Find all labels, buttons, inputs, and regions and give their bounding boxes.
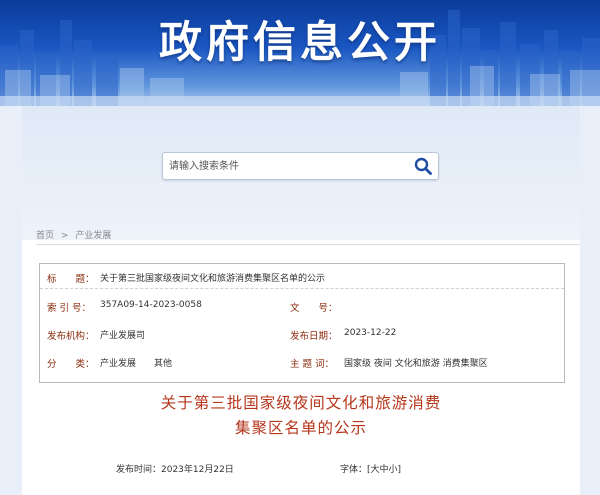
subject-value: 国家级 夜间 文化和旅游 消费集聚区 [344,359,488,369]
content-panel: 首页 > 产业发展 标 题： 关于第三批国家级夜间文化和旅游消费集聚区名单的公示… [22,106,580,495]
breadcrumb-home[interactable]: 首页 [36,228,54,241]
title-label: 标 题： [47,274,95,285]
search-icon [414,157,432,175]
search-box [162,152,439,180]
meta-row-index: 索 引 号： 357A09-14-2023-0058 文 号： [40,294,564,318]
breadcrumb: 首页 > 产业发展 [36,228,111,241]
meta-row-category: 分 类： 产业发展 其他 主 题 词： 国家级 夜间 文化和旅游 消费集聚区 [40,350,564,374]
publish-time: 发布时间：2023年12月22日 [116,465,234,475]
subject-label: 主 题 词： [290,359,335,370]
meta-row-org: 发布机构： 产业发展司 发布日期： 2023-12-22 [40,322,564,346]
docno-label: 文 号： [290,303,338,314]
index-value: 357A09-14-2023-0058 [100,300,202,310]
font-size-control[interactable]: 字体：[大中小] [340,462,401,475]
article-title-line1: 关于第三批国家级夜间文化和旅游消费 [160,394,442,412]
breadcrumb-industry[interactable]: 产业发展 [75,228,111,241]
index-label: 索 引 号： [47,303,92,314]
search-input[interactable] [163,153,404,179]
org-label: 发布机构： [47,331,95,342]
metadata-table: 标 题： 关于第三批国家级夜间文化和旅游消费集聚区名单的公示 索 引 号： 35… [39,263,565,383]
category-label: 分 类： [47,359,95,370]
header-banner: 政府信息公开 [0,0,600,106]
breadcrumb-divider [36,244,580,245]
title-value: 关于第三批国家级夜间文化和旅游消费集聚区名单的公示 [100,274,326,284]
article-title-line2: 集聚区名单的公示 [234,419,367,437]
category-value: 产业发展 其他 [100,359,173,369]
meta-row-title: 标 题： 关于第三批国家级夜间文化和旅游消费集聚区名单的公示 [40,264,564,289]
date-value: 2023-12-22 [344,328,397,338]
search-area: 首页 > 产业发展 [22,106,580,241]
breadcrumb-separator: > [60,231,69,241]
org-value: 产业发展司 [100,331,146,341]
banner-title: 政府信息公开 [159,18,441,68]
search-button[interactable] [412,156,434,176]
date-label: 发布日期： [290,331,338,342]
